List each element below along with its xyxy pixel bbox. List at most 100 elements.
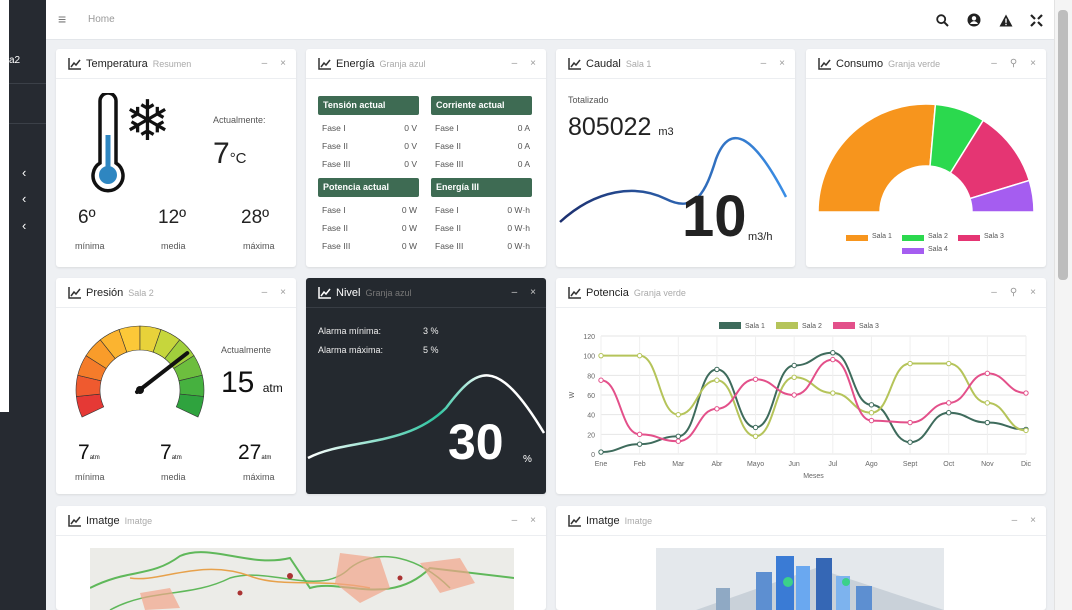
- current-unit: atm: [262, 381, 283, 395]
- close-icon[interactable]: ×: [280, 58, 286, 69]
- data-point[interactable]: [946, 400, 952, 406]
- breadcrumb-home[interactable]: Home: [88, 14, 115, 25]
- y-tick-label: 40: [587, 413, 595, 420]
- minimize-icon[interactable]: –: [262, 287, 268, 298]
- fullscreen-icon[interactable]: [1026, 10, 1046, 30]
- data-point[interactable]: [868, 402, 875, 408]
- potencia-chart: 0 20 40 60 80 100 120 Ene Feb Mar Abr Mayo Jun Jul Ago…: [569, 322, 1032, 480]
- menu-icon[interactable]: ≡: [58, 11, 66, 27]
- legend-label: Sala 2: [928, 233, 948, 240]
- data-point[interactable]: [675, 411, 681, 418]
- x-tick-label: Mayo: [747, 461, 764, 468]
- data-point[interactable]: [752, 424, 759, 431]
- legend-swatch: [833, 322, 855, 329]
- close-icon[interactable]: ×: [779, 58, 785, 69]
- y-axis-label: W: [569, 391, 576, 398]
- data-point[interactable]: [946, 410, 952, 416]
- minimize-icon[interactable]: –: [1012, 515, 1018, 526]
- energy-row: Fase II 0 W: [322, 223, 417, 235]
- minimize-icon[interactable]: –: [761, 58, 767, 69]
- chart-icon: [318, 57, 331, 70]
- data-point[interactable]: [907, 439, 913, 445]
- data-point[interactable]: [830, 390, 836, 396]
- search-icon[interactable]: [932, 10, 952, 30]
- close-icon[interactable]: ×: [530, 515, 536, 526]
- close-icon[interactable]: ×: [1030, 58, 1036, 69]
- data-point[interactable]: [984, 400, 991, 406]
- data-point[interactable]: [714, 366, 720, 373]
- max-value: 28º: [241, 207, 270, 228]
- data-point[interactable]: [752, 376, 759, 382]
- data-point[interactable]: [752, 433, 759, 440]
- presion-card: Presión Sala 2 – × Actualmente 15 atm 7at…: [56, 278, 296, 494]
- data-point[interactable]: [598, 449, 604, 455]
- data-point[interactable]: [675, 438, 681, 444]
- data-point[interactable]: [636, 441, 643, 447]
- energy-row-value: 0 V: [404, 123, 417, 133]
- card-header: Energía Granja azul – ×: [306, 49, 546, 79]
- zoom-icon[interactable]: ⚲: [1010, 287, 1017, 298]
- data-point[interactable]: [791, 392, 797, 398]
- minimize-icon[interactable]: –: [991, 58, 997, 69]
- data-point[interactable]: [714, 377, 720, 383]
- card-title: Nivel: [336, 286, 361, 299]
- data-point[interactable]: [598, 377, 604, 383]
- data-point[interactable]: [984, 419, 991, 426]
- energy-row-label: Fase I: [435, 123, 459, 133]
- data-point[interactable]: [636, 431, 643, 438]
- data-point[interactable]: [675, 433, 681, 440]
- data-point[interactable]: [791, 362, 797, 369]
- data-point[interactable]: [907, 419, 913, 426]
- chevron-left-icon[interactable]: ‹: [22, 165, 26, 180]
- close-icon[interactable]: ×: [530, 287, 536, 298]
- data-point[interactable]: [636, 352, 643, 359]
- data-point[interactable]: [598, 352, 604, 359]
- data-point[interactable]: [868, 410, 875, 416]
- data-point[interactable]: [868, 417, 875, 424]
- pressure-gauge: [75, 325, 205, 418]
- scrollbar-thumb[interactable]: [1058, 10, 1068, 280]
- close-icon[interactable]: ×: [1030, 287, 1036, 298]
- close-icon[interactable]: ×: [1030, 515, 1036, 526]
- energy-row-value: 0 A: [517, 141, 530, 151]
- close-icon[interactable]: ×: [280, 287, 286, 298]
- chevron-left-icon[interactable]: ‹: [22, 218, 26, 233]
- card-header: Potencia Granja verde – ⚲ ×: [556, 278, 1046, 308]
- zoom-icon[interactable]: ⚲: [1010, 58, 1017, 69]
- y-tick-label: 0: [591, 452, 595, 459]
- close-icon[interactable]: ×: [530, 58, 536, 69]
- gauge-segment: [175, 393, 204, 418]
- card-subtitle: Granja verde: [633, 287, 686, 298]
- current-value: 15: [221, 366, 255, 399]
- data-point[interactable]: [830, 356, 836, 363]
- data-point[interactable]: [791, 374, 797, 381]
- data-point[interactable]: [1023, 390, 1029, 396]
- data-point[interactable]: [714, 406, 720, 412]
- chart-icon: [318, 286, 331, 299]
- donut-slice[interactable]: [817, 103, 937, 213]
- minimize-icon[interactable]: –: [512, 515, 518, 526]
- level-unit: %: [523, 454, 532, 465]
- minimize-icon[interactable]: –: [512, 58, 518, 69]
- energy-row-label: Fase II: [435, 141, 461, 151]
- scrollbar[interactable]: [1054, 0, 1072, 610]
- energy-row-label: Fase I: [322, 205, 346, 215]
- potencia-card: Potencia Granja verde – ⚲ × 0 20 40 60 80 100 12…: [556, 278, 1046, 494]
- data-point[interactable]: [984, 370, 991, 377]
- warning-icon[interactable]: [996, 10, 1016, 30]
- avg-label: media: [161, 472, 186, 482]
- data-point[interactable]: [1023, 427, 1029, 434]
- card-subtitle: Granja azul: [365, 287, 412, 298]
- user-icon[interactable]: [964, 10, 984, 30]
- chevron-left-icon[interactable]: ‹: [22, 191, 26, 206]
- data-point[interactable]: [830, 350, 836, 356]
- data-point[interactable]: [907, 360, 913, 367]
- minimize-icon[interactable]: –: [262, 58, 268, 69]
- data-point[interactable]: [946, 360, 952, 367]
- energy-row-label: Fase III: [435, 159, 464, 169]
- energy-row: Fase II 0 V: [322, 141, 417, 153]
- minimize-icon[interactable]: –: [512, 287, 518, 298]
- minimize-icon[interactable]: –: [991, 287, 997, 298]
- legend-label: Sala 1: [872, 233, 892, 240]
- chart-icon: [68, 286, 81, 299]
